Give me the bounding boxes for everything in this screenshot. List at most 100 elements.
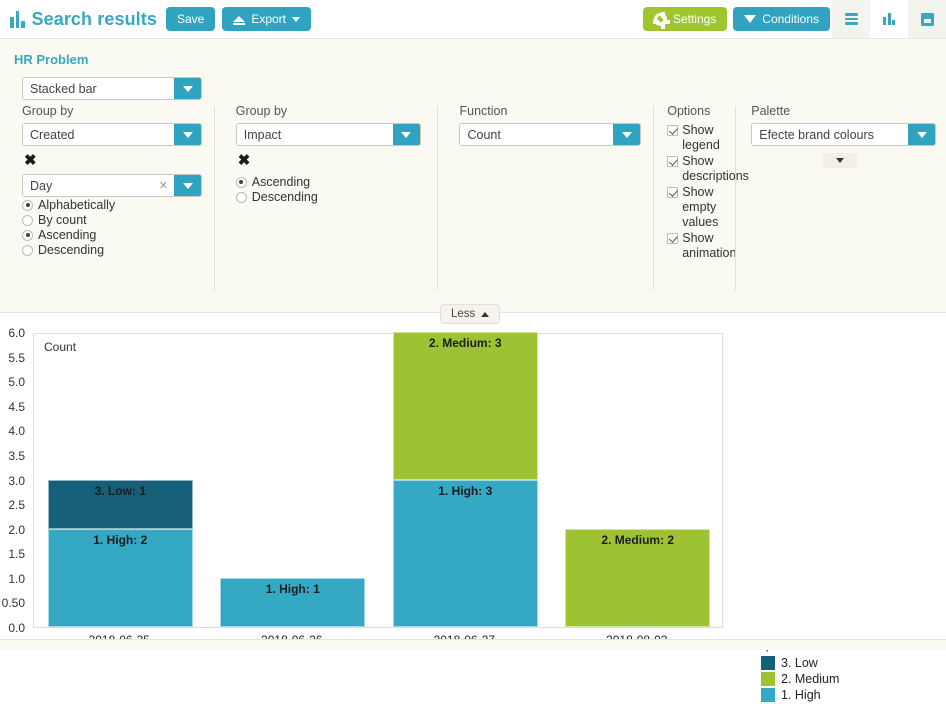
group-by-2-clear-icon[interactable]: ✖ [238,153,251,168]
bar-segment[interactable]: 3. Low: 1 [47,479,193,529]
palette-expand-button[interactable] [823,153,858,168]
y-axis-tick-label: 4.0 [8,424,25,439]
settings-button[interactable]: Settings [642,7,728,31]
legend-item[interactable]: 2. Medium [752,672,839,686]
funnel-icon [744,15,757,36]
less-toggle-label: Less [451,308,476,320]
toolbar-right-group: Settings Conditions [642,0,946,38]
function-label: Function [459,104,508,118]
bar-segment[interactable]: 2. Medium: 2 [565,528,711,627]
tab-chart-view[interactable] [870,0,908,38]
bar-chart-icon [10,10,25,28]
bars-layer: 1. High: 2 3. Low: 1 1. High: 1 1. High: 3 2… [34,332,722,627]
function-select[interactable]: Count [459,123,642,146]
palette-select[interactable]: Efecte brand colours [751,123,937,146]
options-column: Options Show legend Show descriptions Sh… [653,104,749,290]
radio-icon [235,176,247,188]
bar-segment-label: 1. High: 2 [93,532,148,547]
bar-group[interactable]: 1. High: 1 [220,332,366,627]
bar-group[interactable]: 2. Medium: 2 [565,332,711,627]
save-button[interactable]: Save [165,7,216,31]
hamburger-icon [844,13,858,25]
chart-config-panel: HR Problem Stacked bar Group by Created … [0,38,946,324]
legend-item-label: 2. Medium [781,672,840,686]
chart-type-row: Stacked bar [0,67,946,100]
radio-label: Descending [251,190,318,204]
y-axis-tick-label: 4.5 [8,399,25,414]
radio-ascending[interactable]: Ascending [22,228,214,242]
chevron-down-icon [174,124,201,145]
checkbox-label: Show animation [682,231,737,260]
radio-label: Alphabetically [38,198,116,212]
bar-segment-label: 2. Medium: 3 [428,336,502,350]
legend-item[interactable]: 1. High [752,688,839,702]
group-by-1-label: Group by [22,104,74,118]
chevron-down-icon [613,124,641,145]
group-by-1-field-value: Created [23,124,174,145]
tab-calendar-view[interactable] [908,0,946,38]
checkbox-show-descriptions[interactable]: Show descriptions [667,154,749,184]
bar-segment-label: 1. High: 1 [265,581,320,596]
chart-type-select[interactable]: Stacked bar [22,77,202,100]
chart-area: 0.0 0.50 1.0 1.5 2.0 2.5 3.0 3.5 4.0 4.5 5.0 5.5 6.0… [0,313,946,702]
conditions-button[interactable]: Conditions [733,7,830,36]
conditions-button-label: Conditions [762,12,819,26]
chevron-up-icon [481,311,490,317]
group-by-1-field-select[interactable]: Created [22,123,202,146]
bar-group[interactable]: 1. High: 3 2. Medium: 3 [392,332,538,627]
legend-color-swatch [761,656,775,670]
plot-frame: Count 1. High: 2 3. Low: 1 1. High: 1 1. Hi… [33,332,723,628]
group-by-2-field-select[interactable]: Impact [235,123,421,146]
radio-ascending[interactable]: Ascending [235,175,438,189]
y-axis-tick-label: 0.50 [1,596,25,611]
palette-label: Palette [751,104,791,118]
export-button[interactable]: Export [222,7,312,31]
page-title: Search results [31,8,157,29]
export-button-label: Export [251,12,287,26]
group-by-1-column: Group by Created ✖ Day ✕ Alphabetically … [0,104,214,262]
chart-type-value: Stacked bar [23,78,174,99]
options-label: Options [667,104,711,118]
chevron-down-icon [292,16,301,22]
group-by-1-interval-select[interactable]: Day ✕ [22,174,202,197]
bar-segment[interactable]: 1. High: 1 [220,577,366,627]
bar-segment-label: 1. High: 3 [438,483,493,498]
radio-label: Ascending [251,175,311,189]
checkbox-show-empty-values[interactable]: Show empty values [667,185,735,230]
less-toggle-button[interactable]: Less [440,304,501,324]
checkbox-icon [667,233,679,244]
settings-button-label: Settings [672,12,717,26]
bar-segment[interactable]: 1. High: 3 [392,479,538,627]
palette-value: Efecte brand colours [752,124,909,145]
group-by-1-clear-icon[interactable]: ✖ [24,153,37,168]
group-by-1-interval-value: Day [23,175,159,196]
legend-item[interactable]: 3. Low [752,656,839,670]
legend-item-label: 3. Low [781,656,818,670]
bar-segment[interactable]: 1. High: 2 [47,528,193,627]
radio-by-count[interactable]: By count [22,213,214,227]
radio-icon [22,214,33,226]
radio-alphabetically[interactable]: Alphabetically [22,198,214,212]
app-title-block: Search results [10,9,157,30]
checkbox-show-legend[interactable]: Show legend [667,123,735,153]
chevron-down-icon [392,124,420,145]
y-axis-tick-label: 1.0 [8,571,25,586]
radio-descending[interactable]: Descending [235,190,438,204]
checkbox-show-animation[interactable]: Show animation [667,231,737,261]
palette-column: Palette Efecte brand colours [735,104,946,290]
bar-segment[interactable]: 2. Medium: 3 [392,332,538,480]
tab-list-view[interactable] [832,0,870,38]
y-axis-tick-label: 1.5 [8,547,25,562]
bar-group[interactable]: 1. High: 2 3. Low: 1 [47,332,193,627]
radio-label: Ascending [38,228,97,242]
y-axis-tick-label: 3.5 [8,448,25,463]
legend-item-label: 1. High [781,688,821,702]
config-columns: Group by Created ✖ Day ✕ Alphabetically … [0,100,946,290]
calendar-icon [920,12,934,26]
export-upload-icon [233,16,246,25]
group-by-1-interval-clear-icon[interactable]: ✕ [158,175,174,196]
checkbox-label: Show empty values [682,185,719,229]
group-by-2-field-value: Impact [236,124,393,145]
y-axis-tick-label: 2.5 [8,498,25,513]
radio-descending[interactable]: Descending [22,243,214,257]
